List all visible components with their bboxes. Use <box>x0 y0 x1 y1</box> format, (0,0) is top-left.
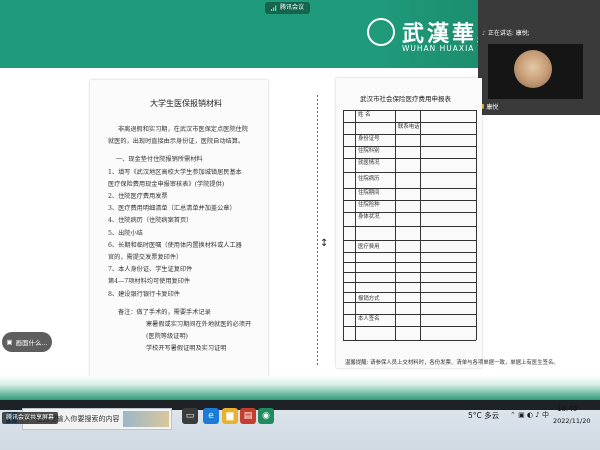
left-doc-line: 6、长期和临时医嘱（使用体内置换材料或人工器 <box>108 241 242 249</box>
form-row-line <box>343 252 476 253</box>
form-field-label: 身体状况 <box>358 214 380 220</box>
speaking-text: 正在讲话: 康悦; <box>487 30 530 37</box>
page-divider <box>317 95 318 365</box>
form-row-line <box>343 200 476 201</box>
form-row-line <box>343 212 476 213</box>
left-doc-line: 寒暑假或实习期间在外地就医的必须开 <box>146 321 252 328</box>
left-doc-line: 医疗保险费用现金申报审核表》(学院提供) <box>108 180 225 188</box>
tray-icons[interactable]: ⌃ ▣ ◐ ♪ 中 <box>510 410 549 420</box>
school-logo-icon <box>367 18 395 46</box>
speaking-indicator: ♪ 正在讲话: 康悦; <box>482 28 530 37</box>
form-row-line <box>343 292 476 293</box>
form-row-line <box>343 240 476 241</box>
form-field-label: 姓 名 <box>358 112 371 118</box>
left-doc-line: 1、填写《武汉地区高校大学生参加城镇居民基本 <box>108 168 242 176</box>
left-doc-line: 4、住院病历（住院病案首页） <box>108 217 193 225</box>
side-chat-button[interactable]: ▣ 画面什么... <box>2 332 52 352</box>
left-doc-line: 备注：做了手术的，需要手术记录 <box>118 308 211 316</box>
form-row-line <box>343 122 476 123</box>
side-chat-label: 画面什么... <box>15 339 48 347</box>
left-doc-line: 学校开写暑假证明及实习证明 <box>146 345 227 353</box>
form-row-line <box>343 188 476 189</box>
form-col-line <box>343 110 344 340</box>
search-highlight-image <box>123 411 169 427</box>
form-field-label: 联系电话 <box>398 124 420 130</box>
form-col-line <box>395 110 396 340</box>
left-doc-line: 8、建设银行银行卡复印件 <box>108 290 180 298</box>
taskbar-clock-date[interactable]: 2022/11/20 <box>553 417 590 425</box>
screen-share-pill[interactable]: 腾讯会议共享屏幕 <box>2 412 59 424</box>
form-row-line <box>343 282 476 283</box>
participant-name: 康悦 <box>486 104 499 111</box>
form-row-line <box>343 146 476 147</box>
form-row-line <box>343 262 476 263</box>
participant-avatar <box>514 50 552 88</box>
weather-widget[interactable]: 5°C 多云 <box>468 410 499 421</box>
form-row-line <box>343 272 476 273</box>
form-field-label: 住院险种 <box>358 202 380 208</box>
meeting-status-pill[interactable]: 腾讯会议 <box>265 2 311 14</box>
form-col-line <box>476 110 477 340</box>
form-row-line <box>343 340 476 341</box>
signal-icon <box>271 5 277 11</box>
left-doc-line: 2、住院医疗费用发票 <box>108 193 168 200</box>
speaker-icon: ♪ <box>482 30 486 37</box>
left-doc-line: 官的，需提交发票复印件） <box>108 254 183 261</box>
form-row-line <box>343 158 476 159</box>
taskbar-clock-time[interactable]: 18:40 <box>557 405 577 413</box>
left-doc-line: 5、出院小结 <box>108 229 143 237</box>
form-footer: 温馨提醒: 请参保人员上交材料时，各份发票、清单与各项单据一致，单据上有医生签名… <box>345 360 559 366</box>
left-doc-title: 大学生医保报销材料 <box>150 99 222 108</box>
left-doc-line: 就医的，出现时直接由示身份证，医院自动结算。 <box>108 138 245 146</box>
left-doc-line: 非离退假和实习期，在武汉市医保定点医院住院 <box>118 126 248 133</box>
form-row-line <box>343 134 476 135</box>
bottom-banner <box>0 376 600 400</box>
file-explorer-icon[interactable]: ▆ <box>222 408 238 424</box>
form-section-label: 医疗费用 <box>358 244 380 250</box>
left-doc-line: 第4—7项材料均可使用复印件 <box>108 278 191 286</box>
form-col-line <box>420 110 421 340</box>
form-row-line <box>343 172 476 173</box>
task-view-icon[interactable]: ▭ <box>182 408 198 424</box>
chat-icon: ▣ <box>6 338 13 346</box>
edge-browser-icon[interactable]: e <box>203 408 219 424</box>
participant-tag: ▮ 康悦 <box>481 102 498 111</box>
left-doc-line: 7、本人身份证、学生证复印件 <box>108 266 193 274</box>
form-section-label: 本人签名 <box>358 316 380 322</box>
form-row-line <box>343 110 476 111</box>
form-field-label: 住院病历 <box>358 176 380 182</box>
form-row-line <box>343 326 476 327</box>
form-row-line <box>343 226 476 227</box>
left-doc-line: 3、医疗费用明细清单（汇总清单并加盖公章） <box>108 205 236 213</box>
left-doc-line: 一、现金垫付住院报销所需材料 <box>116 156 203 164</box>
pdf-reader-icon[interactable]: ▤ <box>240 408 256 424</box>
tencent-meeting-icon[interactable]: ◉ <box>258 408 274 424</box>
form-field-label: 住院期间 <box>358 190 380 196</box>
form-field-label: 身份证号 <box>358 136 380 142</box>
left-doc-line: (医院等级证明) <box>146 333 188 341</box>
mouse-cursor-icon: ↕ <box>320 238 329 249</box>
form-field-label: 住院科别 <box>358 148 380 154</box>
form-row-line <box>343 314 476 315</box>
meeting-title: 腾讯会议 <box>280 4 305 11</box>
form-col-line <box>355 110 356 340</box>
right-doc-title: 武汉市社会保险医疗费用申报表 <box>360 95 451 103</box>
form-section-label: 报销方式 <box>358 296 380 302</box>
form-field-label: 就医情况 <box>358 160 380 166</box>
